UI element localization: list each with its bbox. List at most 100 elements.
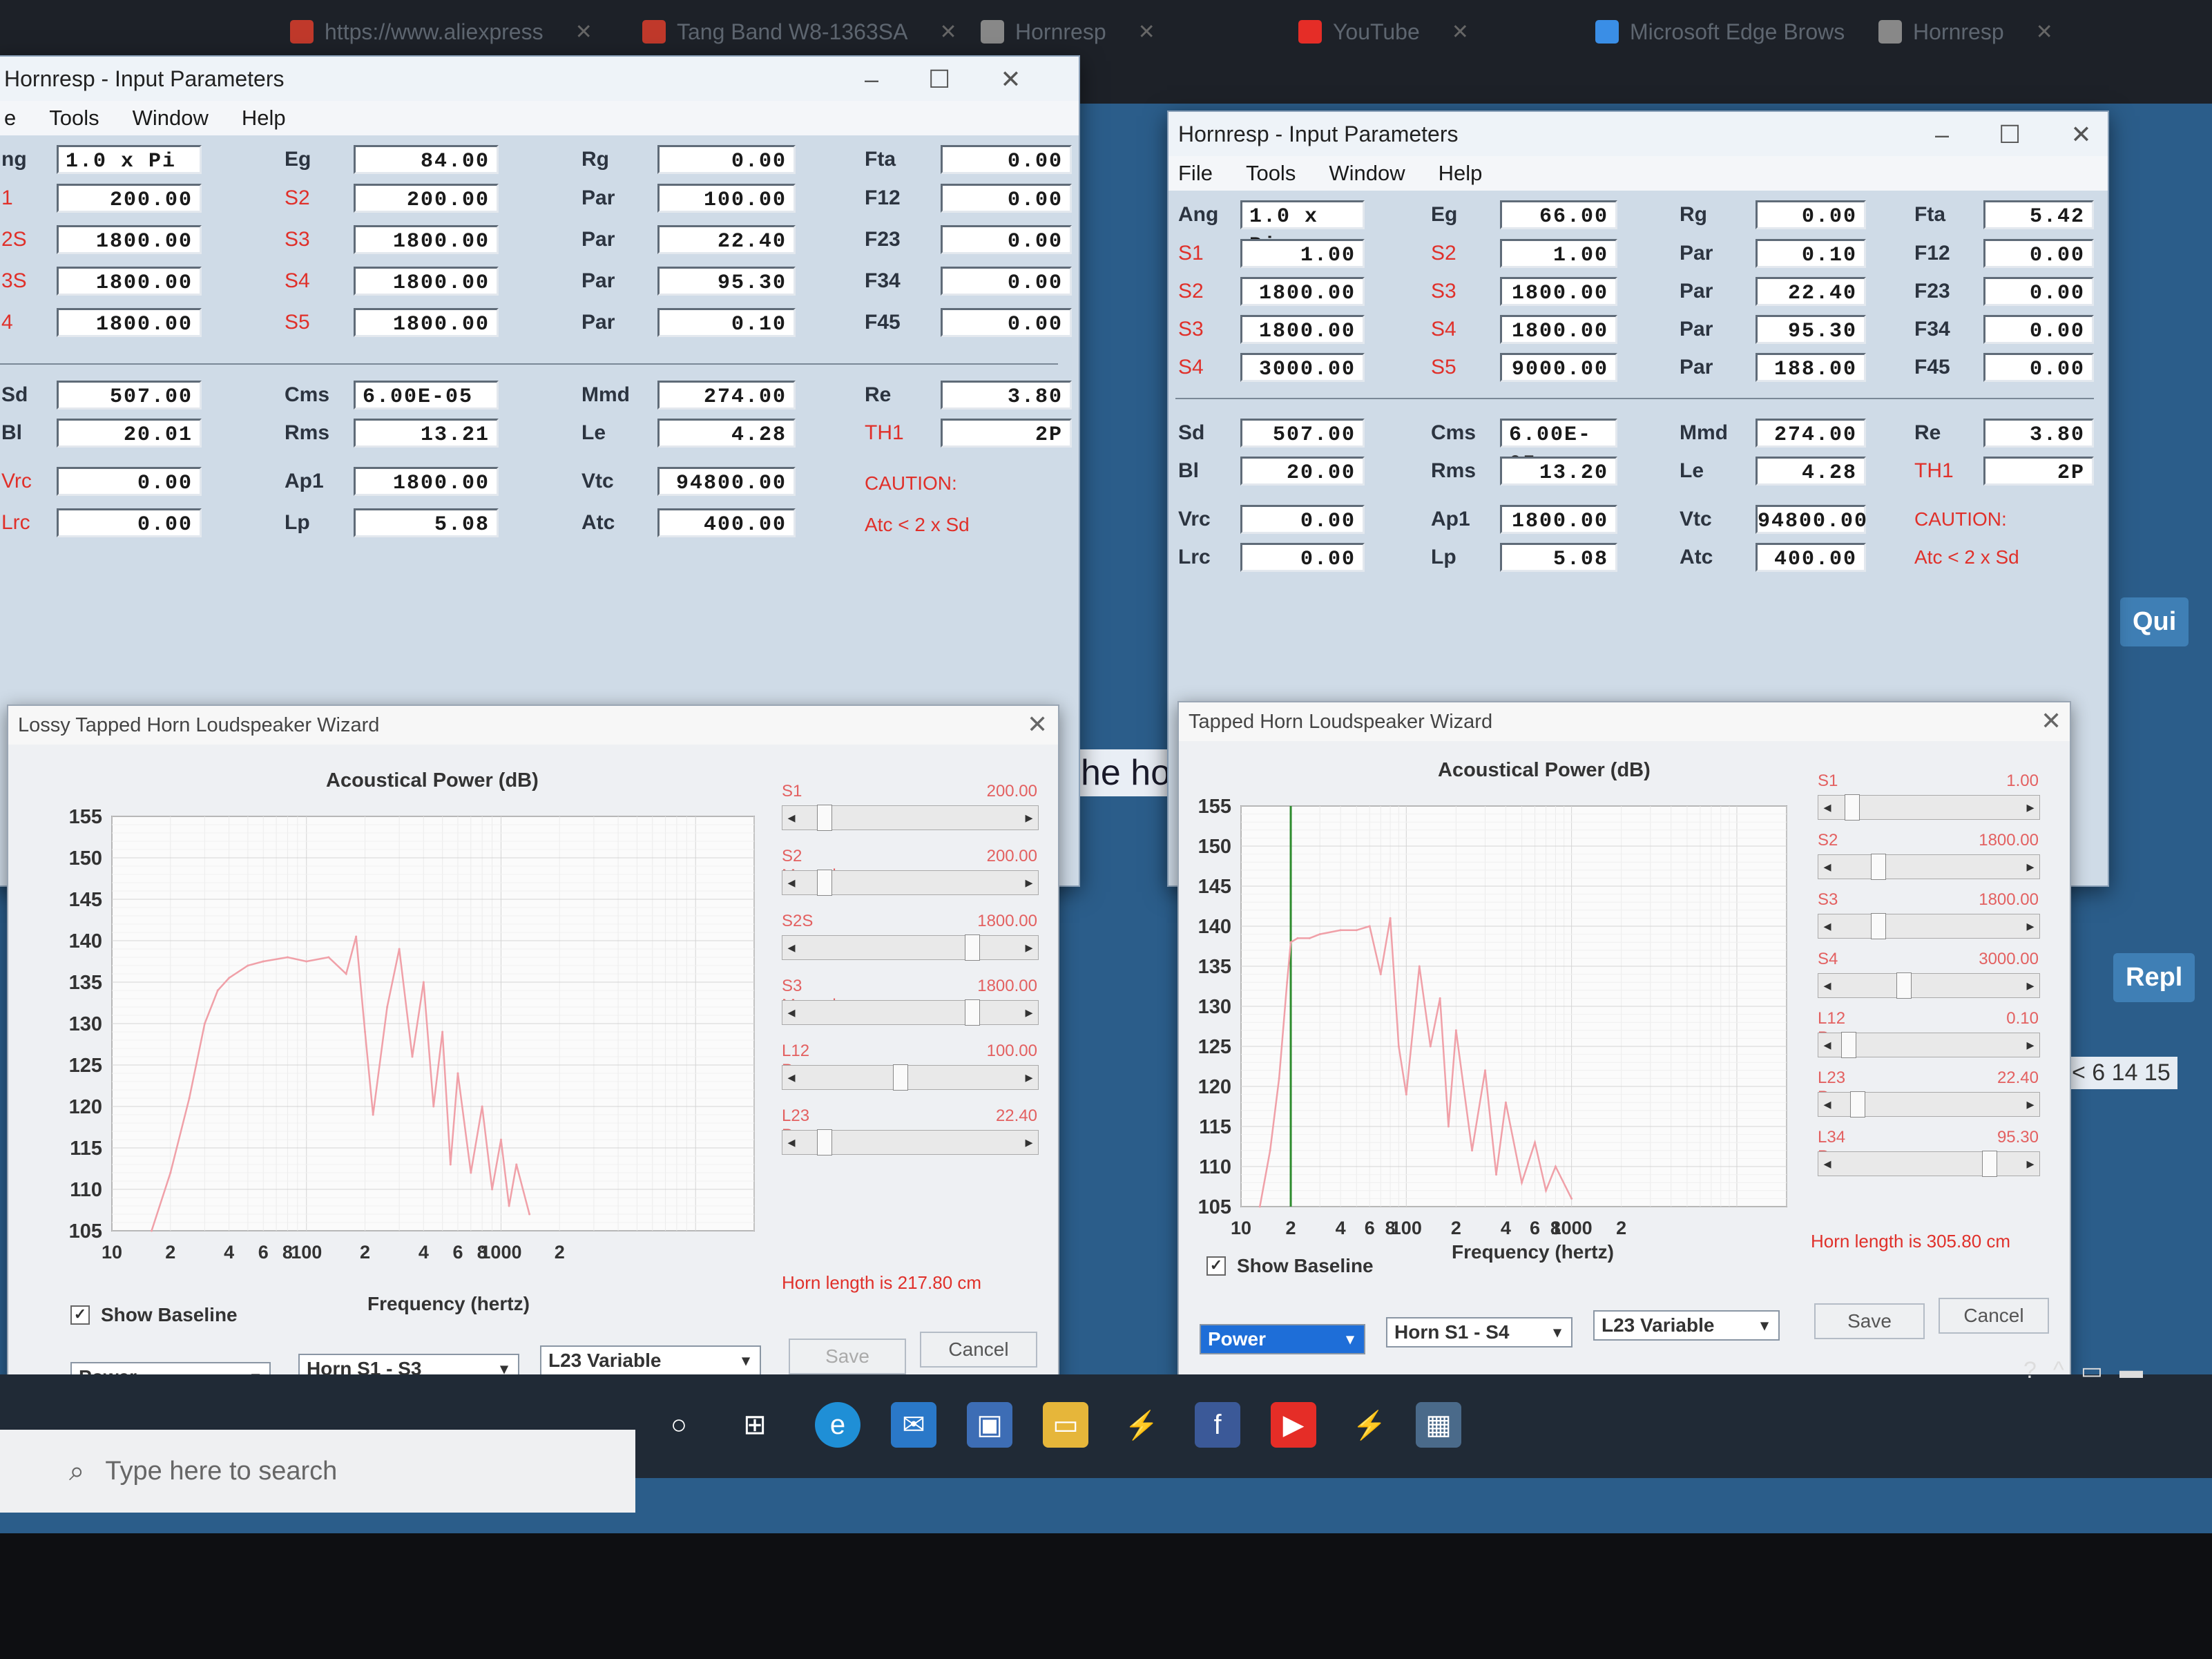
arrow-right-icon[interactable]: ▸ — [2021, 855, 2039, 879]
param-field-fta[interactable]: 5.42 — [1983, 200, 2094, 229]
arrow-left-icon[interactable]: ◂ — [782, 871, 800, 894]
slider-thumb[interactable] — [1896, 972, 1912, 999]
slider-thumb[interactable] — [1870, 854, 1886, 880]
cancel-button[interactable]: Cancel — [1939, 1298, 2049, 1334]
param-field-s3[interactable]: 1800.00 — [354, 225, 499, 254]
slider-thumb[interactable] — [965, 999, 981, 1026]
close-icon[interactable]: ✕ — [2041, 707, 2061, 736]
parameter-slider[interactable]: ◂ ▸ — [1818, 1151, 2040, 1177]
show-baseline-checkbox[interactable]: ✓ Show Baseline — [70, 1304, 238, 1326]
parameter-slider[interactable]: ◂ ▸ — [782, 805, 1039, 831]
arrow-right-icon[interactable]: ▸ — [2021, 914, 2039, 938]
param-field-le[interactable]: 4.28 — [657, 419, 796, 448]
arrow-right-icon[interactable]: ▸ — [2021, 1093, 2039, 1116]
variable-dropdown[interactable]: L23 Variable ▾ — [1593, 1310, 1780, 1341]
param-field-s4[interactable]: 1800.00 — [354, 267, 499, 296]
menu-item-file[interactable]: File — [1178, 161, 1213, 186]
close-icon[interactable]: ✕ — [1452, 20, 1469, 44]
param-field-atc[interactable]: 400.00 — [657, 508, 796, 537]
edge-browser-icon[interactable]: e — [815, 1402, 860, 1448]
param-field-sd[interactable]: 507.00 — [57, 381, 202, 410]
arrow-right-icon[interactable]: ▸ — [2021, 1152, 2039, 1176]
arrow-left-icon[interactable]: ◂ — [782, 1066, 800, 1089]
param-field-par4[interactable]: 188.00 — [1756, 353, 1866, 382]
arrow-right-icon[interactable]: ▸ — [2021, 974, 2039, 997]
arrow-left-icon[interactable]: ◂ — [782, 936, 800, 959]
param-field-s3[interactable]: 1800.00 — [1500, 277, 1617, 306]
param-field-rg[interactable]: 0.00 — [1756, 200, 1866, 229]
param-field-mmd[interactable]: 274.00 — [1756, 419, 1866, 448]
menu-item-window[interactable]: Window — [133, 106, 209, 131]
maximize-icon[interactable]: ☐ — [928, 65, 950, 94]
param-field-lp[interactable]: 5.08 — [354, 508, 499, 537]
pagination[interactable]: < 6 14 15 — [2065, 1057, 2177, 1089]
param-field-s1[interactable]: 200.00 — [57, 184, 202, 213]
parameter-slider[interactable]: ◂ ▸ — [782, 870, 1039, 896]
file-explorer-icon[interactable]: ▭ — [1043, 1402, 1088, 1448]
browser-tab[interactable]: Microsoft Edge Brows✕ — [1595, 11, 1894, 52]
menu-item-help[interactable]: Help — [242, 106, 286, 131]
arrow-left-icon[interactable]: ◂ — [1818, 1093, 1836, 1116]
param-field-vrc[interactable]: 0.00 — [1240, 505, 1365, 534]
param-field-s3s[interactable]: 1800.00 — [57, 267, 202, 296]
param-field-s2s[interactable]: 1800.00 — [57, 225, 202, 254]
param-field-par1[interactable]: 100.00 — [657, 184, 796, 213]
arrow-left-icon[interactable]: ◂ — [1818, 974, 1836, 997]
param-field-s5[interactable]: 1800.00 — [354, 308, 499, 337]
param-field-eg[interactable]: 84.00 — [354, 145, 499, 174]
arrow-left-icon[interactable]: ◂ — [1818, 1033, 1836, 1057]
arrow-right-icon[interactable]: ▸ — [1020, 1001, 1038, 1024]
param-field-lrc[interactable]: 0.00 — [57, 508, 202, 537]
minimize-icon[interactable]: – — [1935, 120, 1949, 149]
browser-tab[interactable]: Tang Band W8-1363SA ✕ — [642, 11, 957, 52]
parameter-slider[interactable]: ◂ ▸ — [1818, 1091, 2040, 1118]
slider-thumb[interactable] — [1845, 794, 1860, 821]
battery-icon[interactable]: ▬ — [2119, 1357, 2143, 1385]
variable-dropdown[interactable]: L23 Variable ▾ — [540, 1345, 761, 1376]
store-icon[interactable]: ▣ — [967, 1402, 1012, 1448]
slider-thumb[interactable] — [1981, 1151, 1997, 1177]
taskbar-search-input[interactable]: ⌕ Type here to search — [0, 1430, 635, 1513]
param-field-le[interactable]: 4.28 — [1756, 457, 1866, 486]
browser-tab[interactable]: YouTube ✕ — [1298, 11, 1469, 52]
param-field-bl[interactable]: 20.01 — [57, 419, 202, 448]
slider-thumb[interactable] — [1849, 1091, 1865, 1118]
param-field-ang[interactable]: 1.0 x Pi — [57, 145, 202, 174]
close-icon[interactable]: ✕ — [1138, 20, 1155, 44]
menu-item-file[interactable]: e — [4, 106, 16, 131]
arrow-right-icon[interactable]: ▸ — [1020, 1066, 1038, 1089]
param-field-sd[interactable]: 507.00 — [1240, 419, 1365, 448]
maximize-icon[interactable]: ☐ — [1999, 120, 2021, 149]
browser-tab[interactable]: https://www.aliexpress ✕ — [290, 11, 593, 52]
param-field-bl[interactable]: 20.00 — [1240, 457, 1365, 486]
param-field-f12[interactable]: 0.00 — [1983, 239, 2094, 268]
menu-item-tools[interactable]: Tools — [1246, 161, 1296, 186]
param-field-s2b[interactable]: 1800.00 — [1240, 277, 1365, 306]
slider-thumb[interactable] — [1870, 913, 1886, 939]
quick-button[interactable]: Qui — [2120, 597, 2189, 646]
parameter-slider[interactable]: ◂ ▸ — [1818, 854, 2040, 880]
param-field-s4[interactable]: 1800.00 — [1500, 315, 1617, 344]
save-button[interactable]: Save — [789, 1339, 906, 1374]
show-baseline-checkbox[interactable]: ✓ Show Baseline — [1206, 1255, 1374, 1277]
menu-item-help[interactable]: Help — [1439, 161, 1483, 186]
arrow-right-icon[interactable]: ▸ — [1020, 1131, 1038, 1154]
param-field-re[interactable]: 3.80 — [1983, 419, 2094, 448]
param-field-vtc[interactable]: 94800.00 — [1756, 505, 1867, 534]
hornresp-icon[interactable]: ⚡ — [1119, 1402, 1164, 1448]
param-field-re[interactable]: 3.80 — [941, 381, 1072, 410]
param-field-th1[interactable]: 2P — [1983, 457, 2094, 486]
task-view-icon[interactable]: ⊞ — [732, 1402, 778, 1448]
arrow-right-icon[interactable]: ▸ — [1020, 871, 1038, 894]
parameter-slider[interactable]: ◂ ▸ — [1818, 1032, 2040, 1058]
param-field-s4b[interactable]: 1800.00 — [57, 308, 202, 337]
arrow-left-icon[interactable]: ◂ — [1818, 914, 1836, 938]
slider-thumb[interactable] — [1841, 1032, 1857, 1058]
parameter-slider[interactable]: ◂ ▸ — [782, 999, 1039, 1026]
parameter-slider[interactable]: ◂ ▸ — [782, 934, 1039, 961]
param-field-ap1[interactable]: 1800.00 — [354, 467, 499, 496]
slider-thumb[interactable] — [816, 870, 832, 896]
hornresp-icon[interactable]: ⚡ — [1347, 1402, 1392, 1448]
parameter-slider[interactable]: ◂ ▸ — [782, 1064, 1039, 1091]
param-field-mmd[interactable]: 274.00 — [657, 381, 796, 410]
